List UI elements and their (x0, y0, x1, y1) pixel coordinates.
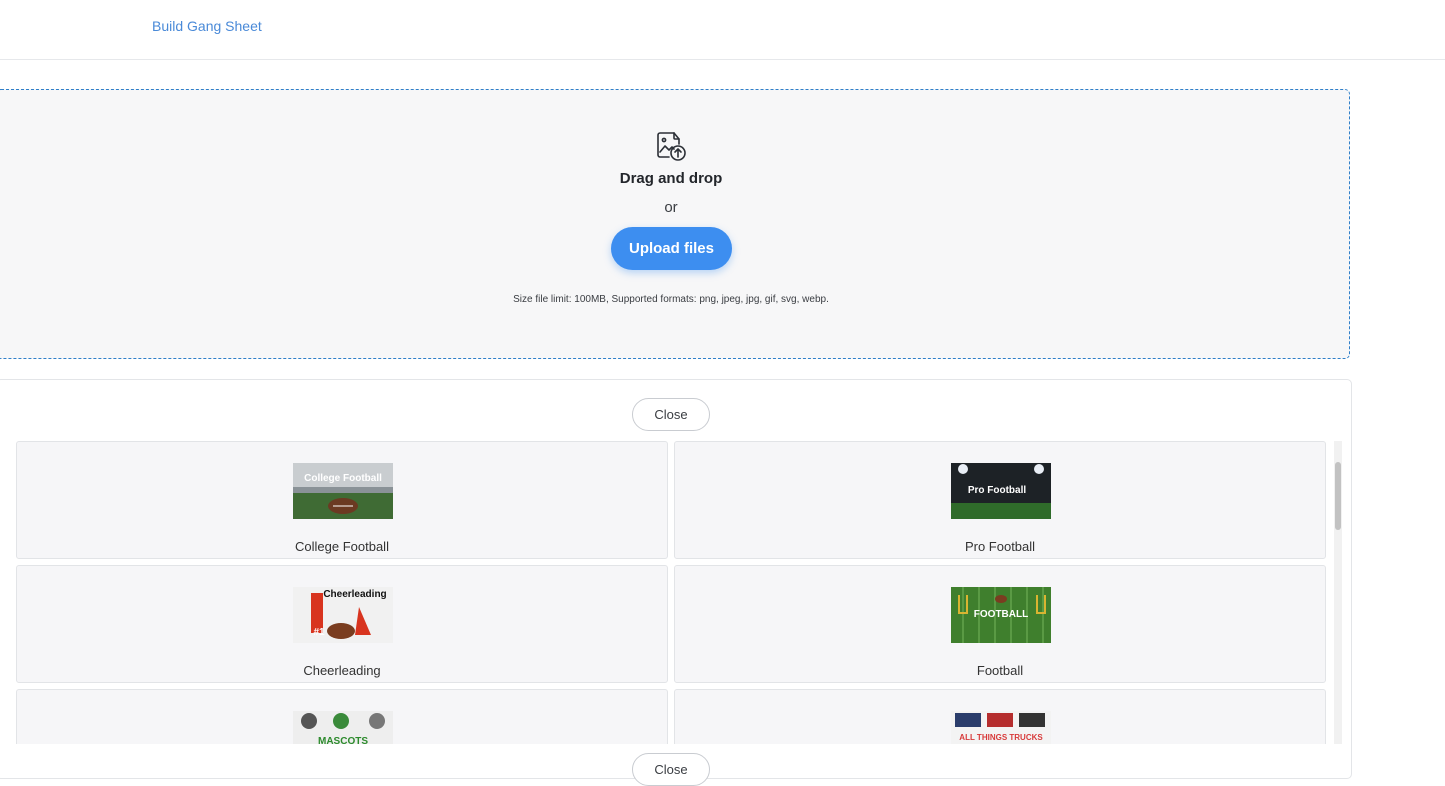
dropzone-or-text: or (664, 199, 678, 216)
mascots-thumb-text: MASCOTS (318, 736, 368, 744)
category-label-college-football: College Football (295, 539, 389, 554)
college-football-thumb-text: College Football (304, 473, 382, 484)
category-card-trucks[interactable]: ALL THINGS TRUCKS (674, 689, 1326, 744)
upload-files-button[interactable]: Upload files (611, 227, 732, 270)
pro-football-thumbnail: Pro Football (951, 463, 1051, 519)
build-gang-sheet-link[interactable]: Build Gang Sheet (152, 18, 262, 34)
close-button-bottom[interactable]: Close (632, 753, 710, 786)
cheerleading-thumb-text: Cheerleading (323, 589, 386, 600)
image-upload-icon (655, 130, 687, 162)
top-bar: Build Gang Sheet (0, 0, 1445, 60)
pro-football-thumb-text: Pro Football (968, 485, 1027, 496)
category-card-football[interactable]: FOOTBALL Football (674, 565, 1326, 683)
category-card-pro-football[interactable]: Pro Football Pro Football (674, 441, 1326, 559)
category-card-mascots[interactable]: MASCOTS (16, 689, 668, 744)
close-button-top[interactable]: Close (632, 398, 710, 431)
cheerleading-thumbnail: #1 Cheerleading (293, 587, 393, 643)
trucks-thumb-text: ALL THINGS TRUCKS (959, 733, 1043, 742)
category-scrollbar-thumb[interactable] (1335, 462, 1341, 530)
mascots-thumbnail: MASCOTS (293, 711, 393, 744)
dropzone-title: Drag and drop (619, 170, 723, 187)
category-label-football: Football (976, 663, 1024, 678)
category-card-cheerleading[interactable]: #1 Cheerleading Cheerleading (16, 565, 668, 683)
file-limits-text: Size file limit: 100MB, Supported format… (513, 294, 829, 305)
category-label-cheerleading: Cheerleading (303, 663, 381, 678)
svg-text:#1: #1 (313, 627, 325, 638)
category-label-pro-football: Pro Football (964, 539, 1036, 554)
trucks-thumbnail: ALL THINGS TRUCKS (951, 711, 1051, 744)
category-grid: College Football College Football Pro Fo… (16, 441, 1328, 744)
category-card-college-football[interactable]: College Football College Football (16, 441, 668, 559)
college-football-thumbnail: College Football (293, 463, 393, 519)
football-thumb-text: FOOTBALL (974, 609, 1028, 620)
football-thumbnail: FOOTBALL (951, 587, 1051, 643)
